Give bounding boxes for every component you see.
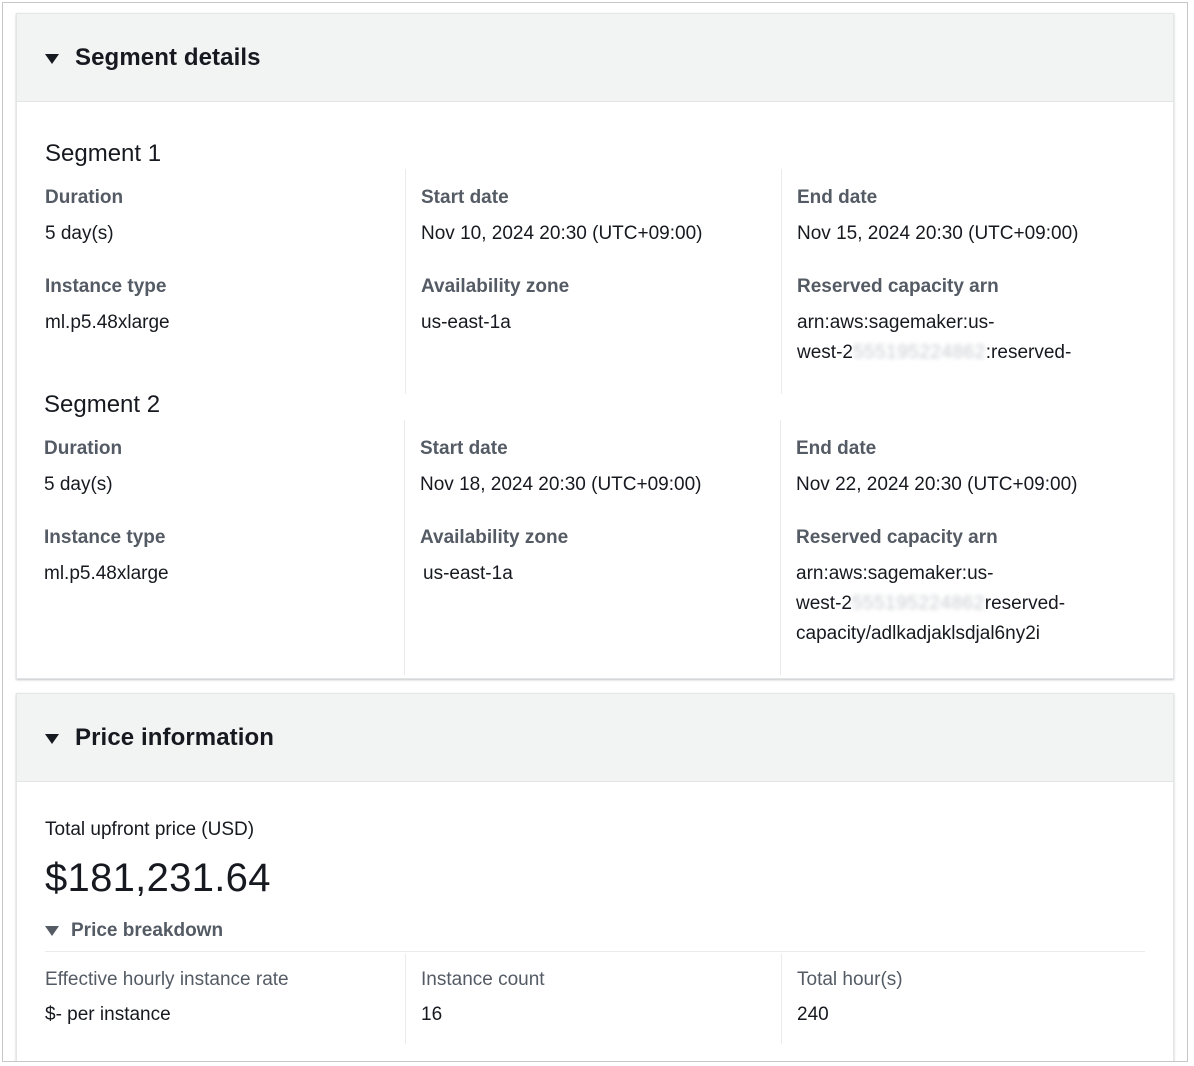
segment-2-col-3: End date Nov 22, 2024 20:30 (UTC+09:00) … (780, 420, 1144, 675)
segment-2-col-2: Start date Nov 18, 2024 20:30 (UTC+09:00… (404, 420, 780, 675)
segment-1-col-1: Duration 5 day(s) Instance type ml.p5.48… (45, 169, 405, 394)
segment-1-reserved-capacity-arn: Reserved capacity arn arn:aws:sagemaker:… (797, 275, 1145, 368)
arn-suffix: :reserved- (985, 342, 1072, 363)
arn-line-1: arn:aws:sagemaker:us- (797, 312, 995, 333)
breakdown-divider (45, 951, 1145, 952)
segment-details-header[interactable]: Segment details (17, 14, 1173, 102)
arn-line-1: arn:aws:sagemaker:us- (796, 563, 994, 584)
arn-line-3: capacity/adlkadjaklsdjal6ny2i (796, 623, 1040, 644)
instance-count-col: Instance count 16 (405, 954, 781, 1044)
price-breakdown-toggle[interactable]: Price breakdown (45, 920, 223, 942)
price-information-header[interactable]: Price information (17, 694, 1173, 782)
redacted-account-id: 555195224862 (852, 342, 986, 363)
segment-2-title: Segment 2 (44, 391, 161, 418)
segment-details-title: Segment details (75, 43, 261, 71)
segment-2-instance-type: Instance type ml.p5.48xlarge (44, 526, 404, 589)
segment-1-end-date: End date Nov 15, 2024 20:30 (UTC+09:00) (797, 169, 1145, 249)
start-date-label: Start date (421, 187, 509, 208)
caret-down-icon (45, 926, 59, 936)
reserved-capacity-arn-value: arn:aws:sagemaker:us- west-2555195224862… (797, 308, 1145, 368)
hourly-rate-value: $- per instance (45, 1004, 171, 1025)
price-breakdown-grid: Effective hourly instance rate $- per in… (45, 954, 1145, 1044)
end-date-label: End date (796, 438, 877, 459)
price-information-panel: Price information Total upfront price (U… (16, 693, 1174, 1061)
redacted-account-id: 555195224862 (851, 593, 985, 614)
start-date-value: Nov 10, 2024 20:30 (UTC+09:00) (421, 223, 703, 244)
availability-zone-value: us-east-1a (423, 563, 513, 584)
segment-details-panel: Segment details Segment 1 Duration 5 day… (16, 13, 1174, 679)
duration-label: Duration (44, 438, 123, 459)
arn-line-2: west-2555195224862:reserved- (797, 338, 1145, 368)
duration-value: 5 day(s) (44, 474, 113, 495)
segment-1-duration: Duration 5 day(s) (45, 169, 405, 249)
price-information-title: Price information (75, 723, 275, 751)
page-frame: Segment details Segment 1 Duration 5 day… (2, 2, 1188, 1062)
segment-1-start-date: Start date Nov 10, 2024 20:30 (UTC+09:00… (421, 169, 781, 249)
end-date-value: Nov 22, 2024 20:30 (UTC+09:00) (796, 474, 1078, 495)
instance-type-value: ml.p5.48xlarge (45, 312, 170, 333)
start-date-label: Start date (420, 438, 508, 459)
price-breakdown-label: Price breakdown (71, 920, 224, 941)
segment-1-grid: Duration 5 day(s) Instance type ml.p5.48… (45, 169, 1145, 394)
arn-suffix: reserved- (984, 593, 1066, 614)
arn-region: west-2 (797, 342, 853, 363)
instance-type-label: Instance type (45, 276, 167, 297)
total-upfront-price-label: Total upfront price (USD) (45, 819, 255, 840)
reserved-capacity-arn-value: arn:aws:sagemaker:us- west-2555195224862… (796, 559, 1144, 649)
total-upfront-price-value: $181,231.64 (45, 856, 271, 900)
start-date-value: Nov 18, 2024 20:30 (UTC+09:00) (420, 474, 702, 495)
instance-count-value: 16 (421, 1004, 443, 1025)
segment-1-instance-type: Instance type ml.p5.48xlarge (45, 275, 405, 338)
segment-2-reserved-capacity-arn: Reserved capacity arn arn:aws:sagemaker:… (796, 526, 1144, 649)
instance-type-value: ml.p5.48xlarge (44, 563, 169, 584)
arn-line-2: west-2555195224862reserved- (796, 589, 1144, 619)
total-hours-value: 240 (797, 1004, 829, 1025)
availability-zone-label: Availability zone (421, 276, 570, 297)
duration-label: Duration (45, 187, 124, 208)
availability-zone-value: us-east-1a (421, 312, 511, 333)
segment-1-title: Segment 1 (45, 140, 162, 167)
total-hours-col: Total hour(s) 240 (781, 954, 1145, 1044)
end-date-value: Nov 15, 2024 20:30 (UTC+09:00) (797, 223, 1079, 244)
caret-down-icon[interactable] (45, 53, 59, 64)
total-hours-label: Total hour(s) (797, 969, 903, 990)
duration-value: 5 day(s) (45, 223, 114, 244)
instance-type-label: Instance type (44, 527, 166, 548)
segment-2-availability-zone: Availability zone us-east-1a (420, 526, 780, 589)
hourly-rate-label: Effective hourly instance rate (45, 969, 289, 990)
caret-down-icon[interactable] (45, 733, 59, 744)
end-date-label: End date (797, 187, 878, 208)
availability-zone-label: Availability zone (420, 527, 569, 548)
reserved-capacity-arn-label: Reserved capacity arn (797, 276, 999, 297)
segment-2-start-date: Start date Nov 18, 2024 20:30 (UTC+09:00… (420, 420, 780, 500)
reserved-capacity-arn-label: Reserved capacity arn (796, 527, 998, 548)
segment-2-col-1: Duration 5 day(s) Instance type ml.p5.48… (44, 420, 404, 675)
arn-region: west-2 (796, 593, 852, 614)
instance-count-label: Instance count (421, 969, 545, 990)
segment-2-grid: Duration 5 day(s) Instance type ml.p5.48… (44, 420, 1144, 675)
segment-1-col-2: Start date Nov 10, 2024 20:30 (UTC+09:00… (405, 169, 781, 394)
segment-1-col-3: End date Nov 15, 2024 20:30 (UTC+09:00) … (781, 169, 1145, 394)
segment-1-availability-zone: Availability zone us-east-1a (421, 275, 781, 338)
segment-2-end-date: End date Nov 22, 2024 20:30 (UTC+09:00) (796, 420, 1144, 500)
segment-2-duration: Duration 5 day(s) (44, 420, 404, 500)
hourly-rate-col: Effective hourly instance rate $- per in… (45, 954, 405, 1044)
